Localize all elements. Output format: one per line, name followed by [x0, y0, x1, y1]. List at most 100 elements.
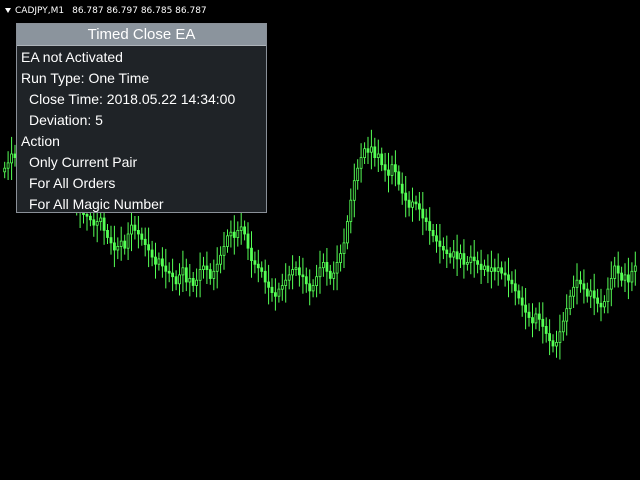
candle-body	[356, 167, 360, 181]
candle	[431, 224, 435, 243]
action-label: Action	[21, 133, 60, 149]
candle	[479, 249, 483, 284]
candle-body	[493, 267, 497, 272]
candle	[411, 187, 414, 222]
ea-status: EA not Activated	[21, 49, 123, 65]
candle	[472, 240, 476, 278]
candle	[345, 215, 349, 250]
candle	[455, 234, 459, 276]
candle	[226, 229, 229, 253]
candle	[417, 192, 421, 221]
candle	[106, 224, 109, 244]
action-for-all-orders[interactable]: For All Orders	[29, 175, 115, 192]
candle	[332, 261, 336, 291]
candle-body	[6, 162, 10, 169]
candle-body	[531, 317, 534, 324]
candle-body	[575, 279, 579, 288]
candle	[633, 251, 637, 286]
candle	[147, 227, 151, 268]
candle	[582, 269, 586, 304]
candle	[462, 239, 466, 279]
candle-body	[119, 240, 123, 247]
candle-body	[226, 235, 229, 247]
candle	[243, 220, 247, 241]
candle-body	[448, 253, 452, 258]
candle-body	[568, 295, 572, 310]
candle	[10, 136, 14, 180]
candle	[222, 232, 226, 270]
candle-body	[465, 261, 469, 265]
candle-body	[431, 229, 435, 237]
close-time-setting[interactable]: Close Time: 2018.05.22 14:34:00	[29, 91, 235, 108]
candle	[486, 254, 490, 284]
candle	[565, 294, 569, 336]
candle-body	[376, 153, 380, 158]
candle-body	[582, 283, 586, 290]
candle	[260, 261, 264, 278]
candle-body	[92, 219, 96, 226]
candle	[308, 269, 312, 306]
ea-panel-title: Timed Close EA	[17, 24, 266, 46]
candle-body	[572, 286, 575, 297]
action-for-all-magic-number[interactable]: For All Magic Number	[29, 196, 164, 213]
candle	[236, 221, 240, 247]
candle	[483, 259, 486, 276]
candle-body	[616, 265, 620, 274]
chart-symbol-header: CADJPY,M1 86.787 86.797 86.785 86.787	[5, 4, 207, 17]
candle-body	[222, 245, 226, 256]
candle	[448, 247, 452, 264]
triangle-down-icon[interactable]	[5, 8, 11, 13]
candle	[390, 155, 394, 185]
candle-body	[250, 247, 253, 261]
candle	[3, 161, 7, 179]
candle-body	[140, 233, 144, 240]
candle	[335, 245, 339, 291]
candle-body	[462, 253, 466, 265]
candle	[609, 261, 613, 307]
candle	[541, 302, 545, 344]
candle-body	[585, 288, 589, 297]
candle-body	[308, 283, 312, 292]
candle	[270, 278, 274, 302]
candle	[239, 212, 243, 245]
candle	[267, 264, 271, 305]
candle-body	[301, 274, 305, 278]
candle	[561, 312, 565, 341]
candle-body	[150, 249, 154, 258]
candle-body	[620, 272, 623, 281]
candle	[178, 263, 181, 296]
candle-body	[486, 265, 490, 272]
candle	[188, 264, 192, 297]
candle-body	[428, 221, 432, 231]
candle-body	[284, 279, 288, 286]
candle-body	[311, 285, 315, 292]
candle	[109, 225, 113, 255]
candle-body	[352, 180, 356, 201]
candle	[195, 268, 199, 298]
candle-body	[369, 146, 373, 153]
candle	[143, 227, 147, 257]
candle-body	[524, 304, 527, 313]
candle-body	[147, 244, 151, 251]
action-only-current-pair[interactable]: Only Current Pair	[29, 154, 137, 171]
candle	[435, 224, 438, 253]
candle	[585, 282, 589, 303]
candle	[284, 263, 288, 303]
candle-body	[483, 265, 486, 270]
candle	[428, 207, 432, 245]
candle-body	[534, 313, 538, 324]
candle	[297, 256, 301, 287]
candle-body	[253, 260, 257, 265]
candle	[167, 262, 171, 283]
candle	[397, 165, 401, 191]
candle	[476, 251, 480, 274]
candle-body	[280, 285, 284, 290]
deviation-setting[interactable]: Deviation: 5	[29, 112, 103, 129]
candle-body	[599, 302, 603, 308]
run-type-option[interactable]: Run Type: One Time	[21, 70, 149, 87]
candle-body	[85, 213, 89, 217]
candle-body	[424, 217, 428, 222]
candle	[130, 208, 133, 252]
candle-body	[260, 267, 264, 272]
candle	[627, 257, 630, 300]
